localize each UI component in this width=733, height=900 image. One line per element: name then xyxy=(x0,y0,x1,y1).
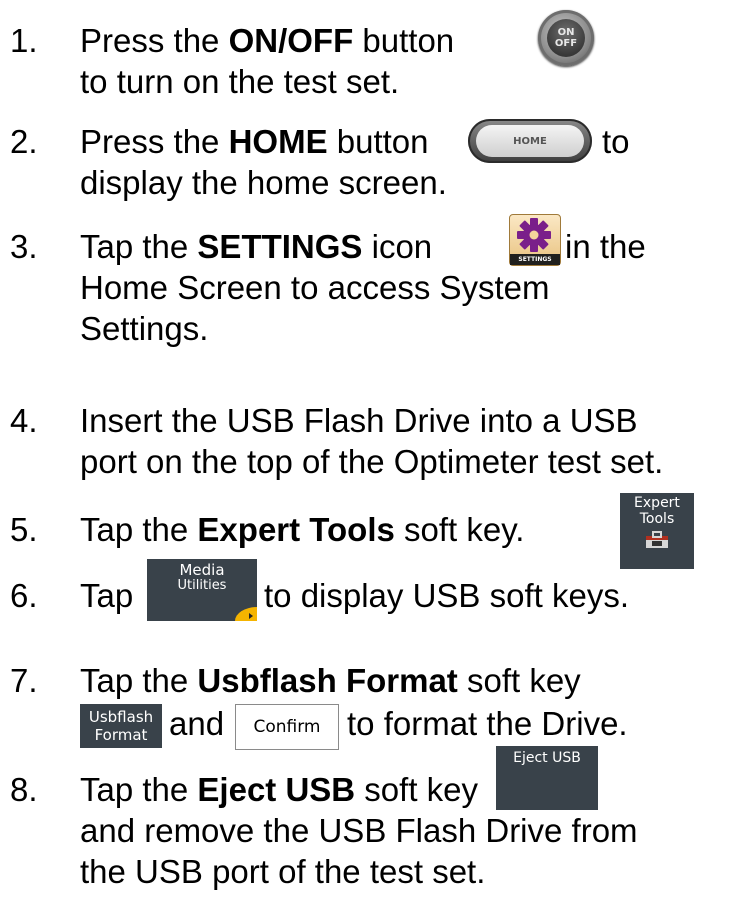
step-text-line: Tap xyxy=(80,577,134,614)
step-number: 6. xyxy=(10,577,38,614)
step-number: 5. xyxy=(10,511,38,548)
step-number: 1. xyxy=(10,22,38,59)
step-text-line: and xyxy=(169,705,225,742)
toolbox-icon xyxy=(646,531,668,548)
step-text-line: to turn on the test set. xyxy=(80,63,400,100)
step-text-line: Insert the USB Flash Drive into a USB xyxy=(80,402,638,439)
step-text-line: port on the top of the Optimeter test se… xyxy=(80,443,664,480)
step-text-line: to xyxy=(602,123,630,160)
step-text-line: Home Screen to access System xyxy=(80,269,550,306)
on-off-button-icon: ON OFF xyxy=(538,10,594,66)
eject-usb-softkey-icon: Eject USB xyxy=(496,746,598,810)
step-text-line: Tap the Eject USB soft key xyxy=(80,771,479,808)
step-number: 4. xyxy=(10,402,38,439)
step-text-line: Press the HOME button xyxy=(80,123,429,160)
step-number: 2. xyxy=(10,123,38,160)
step-number: 3. xyxy=(10,228,38,265)
step-text-line: in the xyxy=(565,228,646,265)
settings-icon: SETTINGS xyxy=(509,214,561,266)
home-button-icon: HOME xyxy=(468,119,592,163)
step-text-line: Settings. xyxy=(80,310,209,347)
step-text-line: display the home screen. xyxy=(80,164,447,201)
expert-tools-softkey-icon: Expert Tools xyxy=(620,493,694,569)
media-utilities-softkey-icon: Media Utilities xyxy=(147,559,257,621)
step-text-line: and remove the USB Flash Drive from xyxy=(80,812,638,849)
step-text-line: Tap the SETTINGS icon xyxy=(80,228,433,265)
step-text-line: to format the Drive. xyxy=(347,705,628,742)
step-number: 8. xyxy=(10,771,38,808)
step-number: 7. xyxy=(10,662,38,699)
corner-arrow-icon xyxy=(235,607,257,621)
step-text-line: to display USB soft keys. xyxy=(264,577,629,614)
step-text-line: Tap the Expert Tools soft key. xyxy=(80,511,525,548)
usbflash-format-softkey-icon: Usbflash Format xyxy=(80,704,162,748)
step-text-line: Tap the Usbflash Format soft key xyxy=(80,662,581,699)
step-text-line: the USB port of the test set. xyxy=(80,853,486,890)
step-text-line: Press the ON/OFF button xyxy=(80,22,455,59)
confirm-softkey-icon: Confirm xyxy=(235,704,339,750)
